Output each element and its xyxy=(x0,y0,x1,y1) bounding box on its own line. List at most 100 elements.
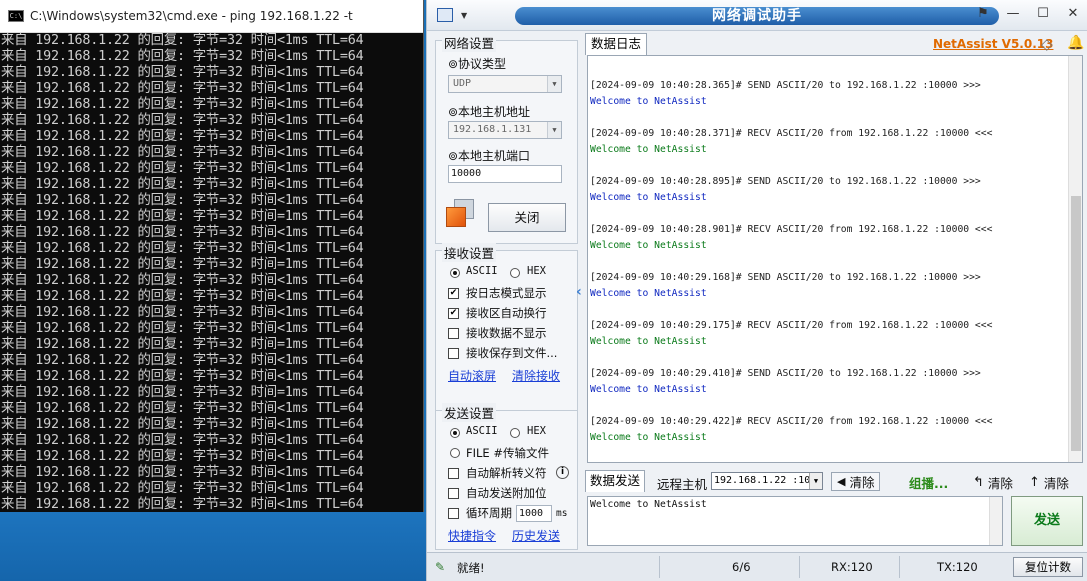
cmd-output-line: 来自 192.168.1.22 的回复: 字节=32 时间<1ms TTL=64 xyxy=(1,449,364,464)
netassist-title-bar[interactable]: ▼ 网络调试助手 ⚑ — ☐ ✕ xyxy=(427,0,1087,31)
send-hex-radio[interactable] xyxy=(510,428,520,438)
log-entry-body: Welcome to NetAssist xyxy=(590,432,707,443)
log-entry-body: Welcome to NetAssist xyxy=(590,384,707,395)
log-scrollbar-thumb[interactable] xyxy=(1071,196,1081,451)
chevron-down-icon: ▼ xyxy=(547,122,561,138)
gem-icon[interactable]: ◇ xyxy=(1041,35,1053,53)
system-menu[interactable]: ▼ xyxy=(437,8,499,22)
log-entry-header: [2024-09-09 10:40:29.168]# SEND ASCII/20… xyxy=(590,272,981,283)
auto-scroll-link[interactable]: 自动滚屏 xyxy=(448,367,496,384)
recv-ascii-label: ASCII xyxy=(466,265,498,277)
cmd-output-line: 来自 192.168.1.22 的回复: 字节=32 时间=1ms TTL=64 xyxy=(1,385,364,400)
maximize-button[interactable]: ☐ xyxy=(1035,6,1051,21)
cycle-checkbox[interactable] xyxy=(448,508,459,519)
cmd-output-line: 来自 192.168.1.22 的回复: 字节=32 时间<1ms TTL=64 xyxy=(1,401,364,416)
minimize-button[interactable]: — xyxy=(1005,6,1021,21)
cmd-output-line: 来自 192.168.1.22 的回复: 字节=32 时间<1ms TTL=64 xyxy=(1,321,364,336)
tab-data-send[interactable]: 数据发送 xyxy=(585,470,645,492)
protocol-label: ⊚协议类型 xyxy=(448,57,507,71)
network-settings-title: 网络设置 xyxy=(442,33,497,52)
arrow-left-icon: ◀ xyxy=(837,475,846,488)
shortcut-commands-link[interactable]: 快捷指令 xyxy=(448,527,496,544)
collapse-panel-icon[interactable]: ‹ xyxy=(576,284,582,300)
send-ascii-radio[interactable] xyxy=(450,428,460,438)
send-textarea[interactable]: Welcome to NetAssist xyxy=(587,496,1003,546)
recv-save-file-checkbox[interactable] xyxy=(448,348,459,359)
log-entry-header: [2024-09-09 10:40:29.422]# RECV ASCII/20… xyxy=(590,416,993,427)
clear-button-3[interactable]: ↑ 清除 xyxy=(1029,473,1069,492)
cmd-output-line: 来自 192.168.1.22 的回复: 字节=32 时间=1ms TTL=64 xyxy=(1,209,364,224)
port-input[interactable]: 10000 xyxy=(448,165,562,183)
cmd-app-icon: C:\ xyxy=(8,10,24,22)
send-file-radio[interactable] xyxy=(450,448,460,458)
recv-ascii-radio[interactable] xyxy=(450,268,460,278)
desktop-background xyxy=(0,512,426,581)
bell-icon[interactable]: 🔔 xyxy=(1067,35,1084,51)
log-scrollbar[interactable] xyxy=(1068,56,1082,462)
recv-hide-data-label: 接收数据不显示 xyxy=(466,326,547,340)
cmd-output-line: 来自 192.168.1.22 的回复: 字节=32 时间=1ms TTL=64 xyxy=(1,337,364,352)
cmd-output-line: 来自 192.168.1.22 的回复: 字节=32 时间<1ms TTL=64 xyxy=(1,81,364,96)
log-entry-body: Welcome to NetAssist xyxy=(590,288,707,299)
remote-host-select[interactable]: 192.168.1.22 :1000 ▼ xyxy=(711,472,823,490)
send-toolbar: 数据发送 远程主机 192.168.1.22 :1000 ▼ ◀ 清除 组播..… xyxy=(585,470,1085,494)
window-title: 网络调试助手 xyxy=(712,8,802,24)
cmd-output-line: 来自 192.168.1.22 的回复: 字节=32 时间<1ms TTL=64 xyxy=(1,497,364,512)
auto-append-checkbox[interactable] xyxy=(448,488,459,499)
chevron-down-icon: ▼ xyxy=(547,76,561,92)
cmd-title-bar[interactable]: C:\ C:\Windows\system32\cmd.exe - ping 1… xyxy=(0,0,423,33)
multicast-button[interactable]: 组播... xyxy=(909,473,948,492)
clear-button-2[interactable]: ↰ 清除 xyxy=(973,473,1013,492)
status-bar: ✎ 就绪! 6/6 RX:120 TX:120 复位计数 xyxy=(427,552,1087,581)
status-separator xyxy=(799,556,800,578)
pin-icon[interactable]: ⚑ xyxy=(975,6,991,21)
send-settings-title: 发送设置 xyxy=(442,403,497,422)
receive-settings-title: 接收设置 xyxy=(442,243,497,262)
clear-label-3: 清除 xyxy=(1043,476,1069,491)
cmd-output-line: 来自 192.168.1.22 的回复: 字节=32 时间<1ms TTL=64 xyxy=(1,49,364,64)
info-icon[interactable]: i xyxy=(556,466,569,479)
send-button[interactable]: 发送 xyxy=(1011,496,1083,546)
cmd-output-line: 来自 192.168.1.22 的回复: 字节=32 时间<1ms TTL=64 xyxy=(1,481,364,496)
send-ascii-label: ASCII xyxy=(466,425,498,437)
cmd-output-line: 来自 192.168.1.22 的回复: 字节=32 时间<1ms TTL=64 xyxy=(1,177,364,192)
log-entry-header: [2024-09-09 10:40:28.901]# RECV ASCII/20… xyxy=(590,224,993,235)
cmd-output-line: 来自 192.168.1.22 的回复: 字节=32 时间<1ms TTL=64 xyxy=(1,433,364,448)
auto-escape-checkbox[interactable] xyxy=(448,468,459,479)
recv-auto-wrap-checkbox[interactable]: ✔ xyxy=(448,308,459,319)
log-entry-body: Welcome to NetAssist xyxy=(590,336,707,347)
recv-log-mode-checkbox[interactable]: ✔ xyxy=(448,288,459,299)
log-entry-header: [2024-09-09 10:40:29.175]# RECV ASCII/20… xyxy=(590,320,993,331)
status-rx: RX:120 xyxy=(831,560,873,574)
clear-button-1[interactable]: ◀ 清除 xyxy=(831,472,881,491)
log-entry-header: [2024-09-09 10:40:28.365]# SEND ASCII/20… xyxy=(590,80,981,91)
cmd-output-line: 来自 192.168.1.22 的回复: 字节=32 时间<1ms TTL=64 xyxy=(1,193,364,208)
log-area[interactable]: [2024-09-09 10:40:28.365]# SEND ASCII/20… xyxy=(587,55,1083,463)
protocol-value: UDP xyxy=(453,78,472,89)
send-history-link[interactable]: 历史发送 xyxy=(512,527,560,544)
recv-auto-wrap-label: 接收区自动换行 xyxy=(466,306,547,320)
remote-host-label: 远程主机 xyxy=(657,477,708,492)
auto-escape-label: 自动解析转义符 xyxy=(466,466,547,480)
protocol-select[interactable]: UDP ▼ xyxy=(448,75,562,93)
cycle-period-input[interactable]: 1000 xyxy=(516,505,552,522)
tab-data-log[interactable]: 数据日志 xyxy=(585,33,647,55)
cmd-output-line: 来自 192.168.1.22 的回复: 字节=32 时间<1ms TTL=64 xyxy=(1,225,364,240)
receive-settings-group: 接收设置 ASCII HEX ✔ 按日志模式显示 ✔ 接收区自动换行 接收数据不… xyxy=(435,243,578,424)
clear-receive-link[interactable]: 清除接收 xyxy=(512,367,560,384)
recv-hex-radio[interactable] xyxy=(510,268,520,278)
version-link[interactable]: NetAssist V5.0.13 xyxy=(933,37,1053,51)
cmd-output-line: 来自 192.168.1.22 的回复: 字节=32 时间<1ms TTL=64 xyxy=(1,33,364,48)
reset-count-button[interactable]: 复位计数 xyxy=(1013,557,1083,577)
recv-hide-data-checkbox[interactable] xyxy=(448,328,459,339)
cmd-output-line: 来自 192.168.1.22 的回复: 字节=32 时间=1ms TTL=64 xyxy=(1,257,364,272)
send-hex-label: HEX xyxy=(527,425,546,437)
send-scrollbar[interactable] xyxy=(989,497,1002,545)
close-connection-button[interactable]: 关闭 xyxy=(488,203,566,232)
log-entries: [2024-09-09 10:40:28.365]# SEND ASCII/20… xyxy=(590,78,992,462)
host-select[interactable]: 192.168.1.131 ▼ xyxy=(448,121,562,139)
log-entry-body: Welcome to NetAssist xyxy=(590,96,707,107)
cmd-output-line: 来自 192.168.1.22 的回复: 字节=32 时间<1ms TTL=64 xyxy=(1,353,364,368)
close-button[interactable]: ✕ xyxy=(1065,6,1081,21)
return-arrow-icon: ↰ xyxy=(973,475,984,490)
